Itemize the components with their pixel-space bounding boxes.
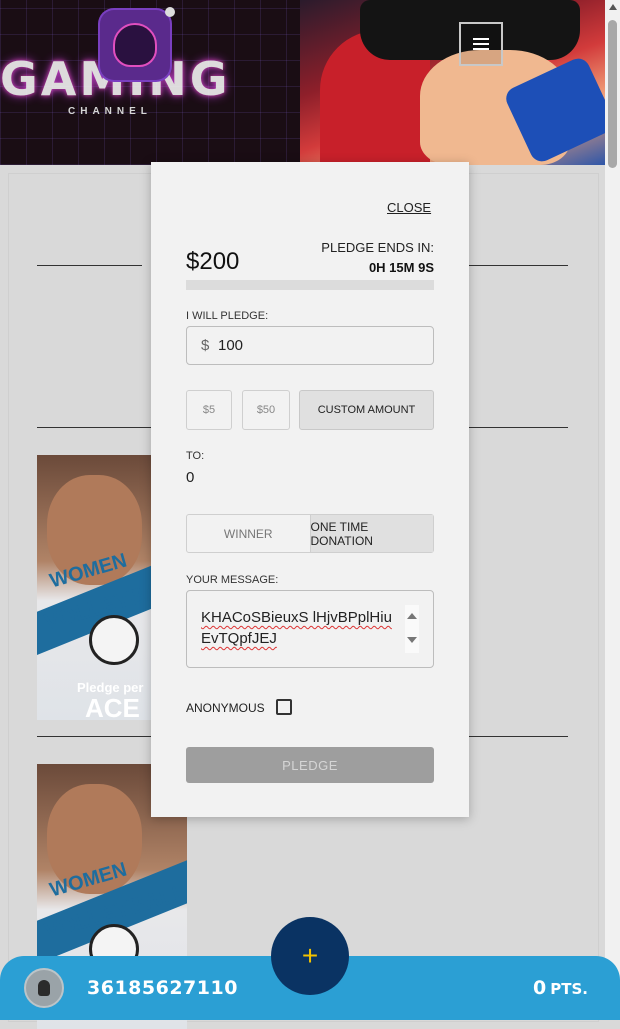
pledge-ends-label: PLEDGE ENDS IN: xyxy=(321,240,434,255)
card-caption-large: ACE xyxy=(85,693,140,720)
pledge-amount-input[interactable]: $ 100 xyxy=(186,326,434,365)
logo-dot xyxy=(165,7,175,17)
pledge-amount-label: I WILL PLEDGE: xyxy=(186,310,269,322)
scroll-down-arrow-icon[interactable] xyxy=(407,637,417,643)
header-character-art xyxy=(300,0,605,165)
winner-option[interactable]: WINNER xyxy=(187,515,310,552)
volleyball-icon xyxy=(89,615,139,665)
amount-chip-50[interactable]: $50 xyxy=(242,390,290,430)
hamburger-menu-icon[interactable] xyxy=(459,22,503,66)
points-display: 0 PTS. xyxy=(533,977,588,999)
pledge-progress-bar xyxy=(186,280,434,290)
message-label: YOUR MESSAGE: xyxy=(186,574,279,586)
divider xyxy=(37,427,151,428)
divider xyxy=(469,265,568,266)
close-button[interactable]: CLOSE xyxy=(387,200,431,215)
scrollbar-thumb[interactable] xyxy=(608,20,617,168)
pledge-type-toggle: WINNER ONE TIME DONATION xyxy=(186,514,434,553)
message-textarea[interactable]: KHACoSBieuxS lHjvBPplHiuEvTQpfJEJ xyxy=(186,590,434,668)
logo-subtitle: CHANNEL xyxy=(68,106,152,117)
user-id: 36185627110 xyxy=(87,977,238,999)
divider xyxy=(37,265,142,266)
to-label: TO: xyxy=(186,450,205,462)
textarea-scrollbar[interactable] xyxy=(405,605,419,653)
custom-amount-button[interactable]: CUSTOM AMOUNT xyxy=(299,390,434,430)
to-value: 0 xyxy=(186,469,195,486)
pledge-total-amount: $200 xyxy=(186,248,240,275)
avatar[interactable] xyxy=(24,968,64,1008)
pledge-modal: CLOSE $200 PLEDGE ENDS IN: 0H 15M 9S I W… xyxy=(151,162,469,817)
anonymous-checkbox[interactable] xyxy=(276,699,292,715)
lightbulb-icon xyxy=(38,980,50,996)
pledge-amount-value: 100 xyxy=(218,337,244,354)
logo-mascot-icon[interactable] xyxy=(100,10,170,80)
anonymous-label: ANONYMOUS xyxy=(186,701,265,715)
message-text: KHACoSBieuxS lHjvBPplHiuEvTQpfJEJ xyxy=(201,609,392,647)
divider xyxy=(469,427,568,428)
page-scrollbar[interactable] xyxy=(605,0,620,1020)
points-value: 0 xyxy=(533,977,547,999)
scroll-up-arrow-icon[interactable] xyxy=(609,4,617,10)
scroll-up-arrow-icon[interactable] xyxy=(407,613,417,619)
amount-chip-5[interactable]: $5 xyxy=(186,390,232,430)
header-banner: GAMING CHANNEL xyxy=(0,0,605,165)
currency-symbol: $ xyxy=(201,337,210,354)
pledge-submit-button[interactable]: PLEDGE xyxy=(186,747,434,783)
add-button[interactable]: + xyxy=(271,917,349,995)
pledge-ends-countdown: 0H 15M 9S xyxy=(368,260,434,275)
one-time-donation-option[interactable]: ONE TIME DONATION xyxy=(309,515,433,552)
points-unit: PTS. xyxy=(550,980,588,998)
